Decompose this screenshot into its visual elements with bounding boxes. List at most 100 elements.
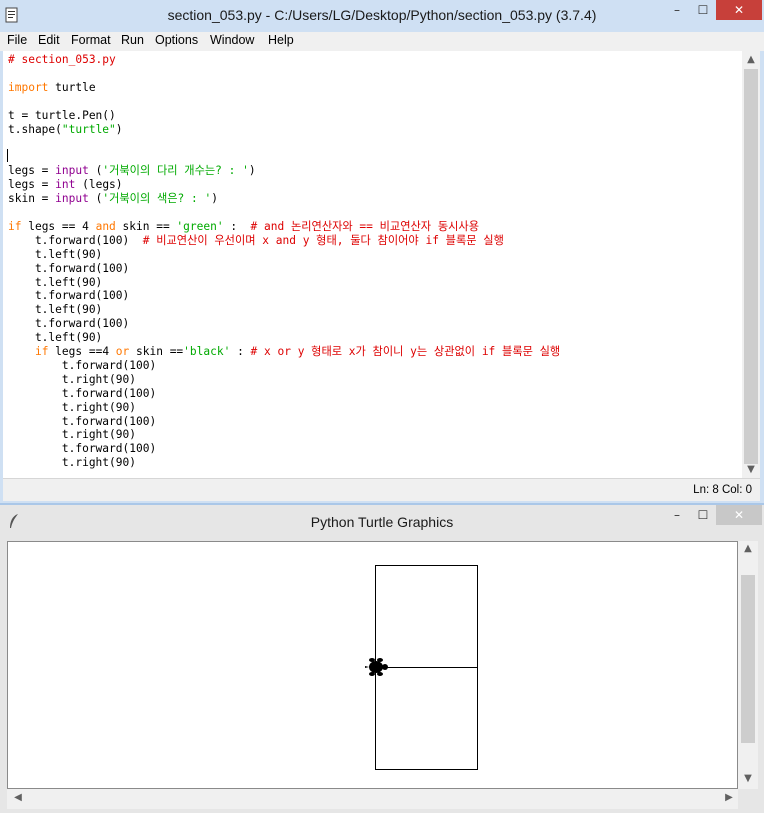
code-token: ( (88, 164, 103, 178)
close-button[interactable]: ✕ (716, 0, 762, 20)
code-line: t.left(90) (8, 303, 102, 316)
code-token: if (8, 219, 22, 233)
code-token: skin == (115, 219, 177, 233)
code-token: 'black' (183, 345, 231, 359)
editor-titlebar[interactable]: section_053.py - C:/Users/LG/Desktop/Pyt… (0, 0, 764, 32)
canvas-horizontal-scrollbar[interactable]: ◀ ▶ (7, 789, 738, 809)
minimize-button[interactable]: – (664, 0, 690, 20)
scroll-up-arrow-icon[interactable]: ▲ (742, 54, 760, 65)
code-token: legs = (8, 164, 56, 178)
code-token: ) (211, 192, 218, 206)
turtle-window-title: Python Turtle Graphics (310, 514, 454, 530)
code-token: ) (115, 122, 123, 136)
code-token: t.forward(100) (8, 233, 143, 247)
cursor-position: Ln: 8 Col: 0 (693, 484, 752, 496)
code-token: t.forward(100) (8, 386, 157, 400)
code-line: t.forward(100) (8, 317, 129, 330)
code-token: t.right(90) (8, 456, 136, 470)
code-line: t.right(90) (8, 401, 136, 414)
code-line: t.forward(100) (8, 289, 129, 302)
turtle-shape-icon (365, 658, 388, 676)
menu-run[interactable]: Run (121, 33, 144, 47)
minimize-button[interactable]: – (664, 505, 690, 525)
code-token: t.forward(100) (8, 442, 157, 456)
code-token: turtle (48, 80, 96, 94)
code-token: input (55, 164, 89, 178)
code-line: t.right(90) (8, 456, 136, 469)
code-line: legs = int (legs) (8, 178, 123, 191)
code-token: if (34, 345, 49, 359)
code-token: skin == (129, 345, 184, 359)
code-line: t.forward(100) (8, 415, 156, 428)
editor-vertical-scrollbar[interactable]: ▲ ▼ (742, 51, 760, 478)
code-token: t.forward(100) (8, 317, 130, 331)
scrollbar-thumb[interactable] (741, 575, 755, 743)
code-line: t.right(90) (8, 373, 136, 386)
code-editor[interactable]: # section_053.py import turtle t = turtl… (3, 51, 742, 478)
scroll-down-arrow-icon[interactable]: ▼ (742, 464, 760, 475)
turtle-window: Python Turtle Graphics – ☐ ✕ ▲ ▼ ◀ ▶ (0, 505, 764, 813)
code-token: # section_053.py (8, 53, 116, 66)
code-line: # section_053.py (8, 53, 116, 66)
code-line: t.left(90) (8, 276, 102, 289)
turtle-drawing (365, 565, 478, 770)
canvas-vertical-scrollbar[interactable]: ▲ ▼ (738, 541, 758, 789)
code-token: '거북이의 다리 개수는? : ' (102, 164, 249, 178)
menu-options[interactable]: Options (155, 33, 198, 47)
code-token: import (8, 80, 49, 94)
code-token: (legs) (75, 178, 123, 192)
code-line: legs = input ('거북이의 다리 개수는? : ') (8, 164, 256, 177)
scroll-left-arrow-icon[interactable]: ◀ (9, 792, 27, 803)
code-token: 'green' (176, 219, 224, 233)
code-token: t = turtle.Pen() (8, 108, 116, 122)
scroll-right-arrow-icon[interactable]: ▶ (720, 792, 738, 803)
code-line: t.right(90) (8, 428, 136, 441)
drawn-upper-square (375, 565, 478, 668)
menu-edit[interactable]: Edit (38, 33, 60, 47)
code-line: t.left(90) (8, 248, 102, 261)
code-token: t.shape( (8, 122, 62, 136)
scroll-down-arrow-icon[interactable]: ▼ (738, 773, 758, 784)
menu-file[interactable]: File (7, 33, 27, 47)
code-token: legs ==4 (48, 345, 116, 359)
code-token: : (230, 345, 251, 359)
code-token: and (95, 219, 116, 233)
code-token: t.left(90) (8, 331, 103, 345)
code-token: t.forward(100) (8, 358, 157, 372)
code-line: t.shape("turtle") (8, 123, 123, 136)
menu-format[interactable]: Format (71, 33, 111, 47)
scrollbar-thumb[interactable] (744, 69, 758, 464)
code-token: t.left(90) (8, 303, 103, 317)
code-token: skin = (8, 192, 56, 206)
turtle-canvas[interactable] (7, 541, 738, 789)
menu-help[interactable]: Help (268, 33, 294, 47)
menu-window[interactable]: Window (210, 33, 254, 47)
code-line: import turtle (8, 81, 96, 94)
code-line: t.forward(100) # 비교연산이 우선이며 x and y 형태, … (8, 234, 504, 247)
code-token: t.left(90) (8, 275, 103, 289)
code-token: t.left(90) (8, 247, 103, 261)
code-token: t.right(90) (8, 400, 136, 414)
code-token: # x or y 형태로 x가 참이니 y는 상관없이 if 블록문 실행 (250, 345, 561, 359)
code-line: t.forward(100) (8, 387, 156, 400)
maximize-button[interactable]: ☐ (690, 505, 716, 525)
code-token: t.right(90) (8, 428, 136, 442)
code-token: legs == 4 (21, 219, 96, 233)
code-token: legs = (8, 178, 56, 192)
editor-window-title: section_053.py - C:/Users/LG/Desktop/Pyt… (167, 7, 597, 23)
code-line: t.forward(100) (8, 442, 156, 455)
text-cursor (7, 149, 8, 162)
code-text: # section_053.py import turtle t = turtl… (8, 53, 560, 470)
turtle-titlebar[interactable]: Python Turtle Graphics – ☐ ✕ (0, 505, 764, 539)
code-token: int (55, 178, 76, 192)
code-line: t.forward(100) (8, 262, 129, 275)
code-token: ) (248, 164, 256, 178)
close-button[interactable]: ✕ (716, 505, 762, 525)
code-line: t.left(90) (8, 331, 102, 344)
status-bar: Ln: 8 Col: 0 (3, 478, 760, 501)
code-line: t.forward(100) (8, 359, 156, 372)
code-token: : (223, 219, 251, 233)
scroll-up-arrow-icon[interactable]: ▲ (738, 543, 758, 554)
maximize-button[interactable]: ☐ (690, 0, 716, 20)
